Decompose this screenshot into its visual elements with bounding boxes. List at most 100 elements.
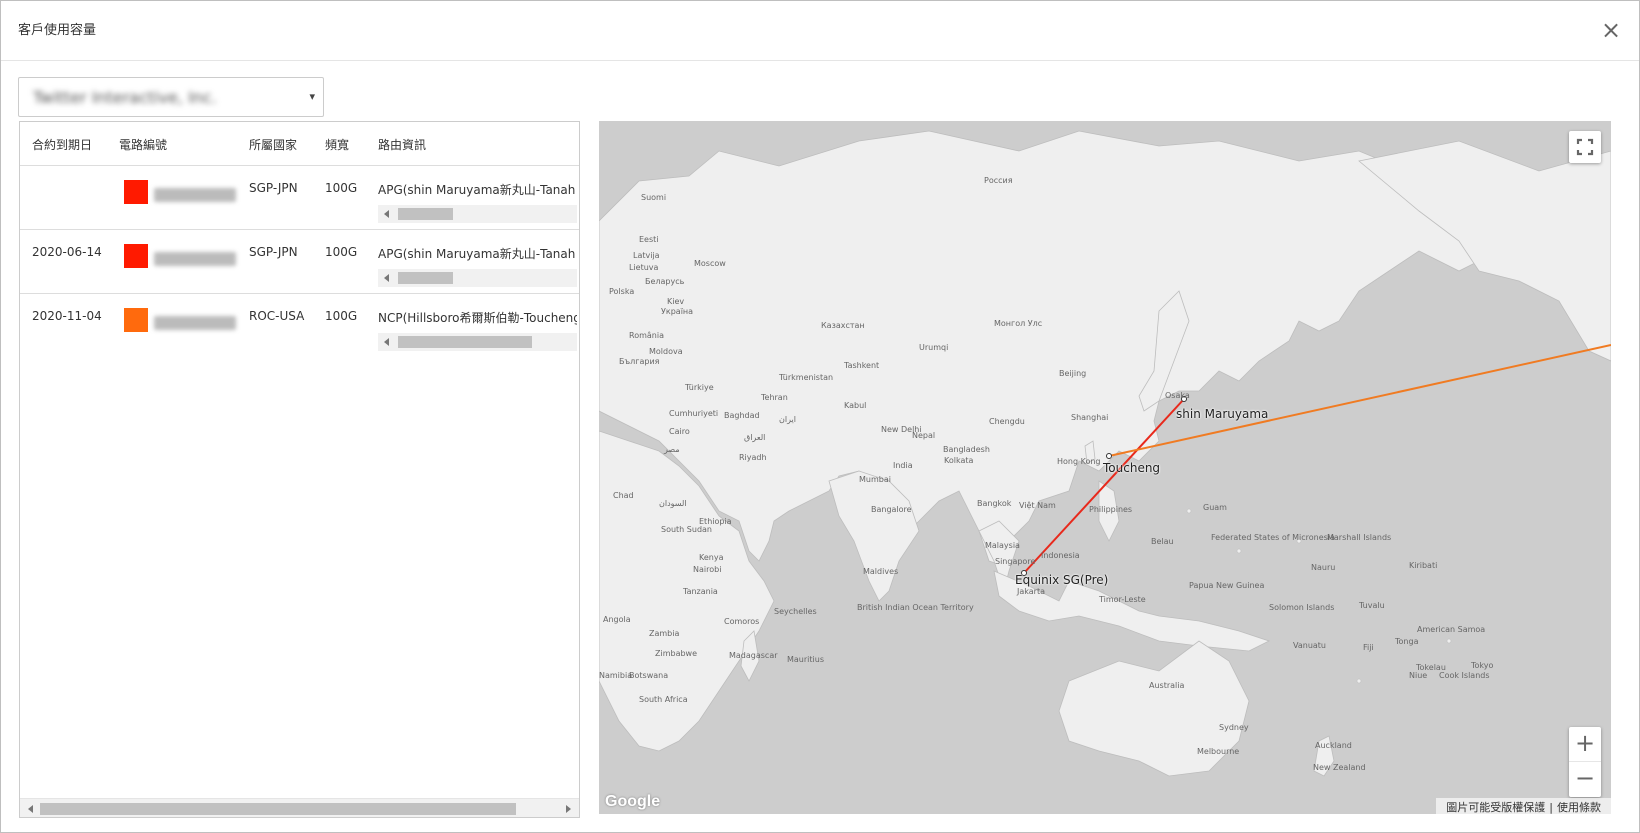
- map-place-label: Urumqi: [919, 343, 949, 352]
- table-row[interactable]: 2020-06-14 SGP-JPN 100G APG(shin Maruyam…: [20, 230, 579, 294]
- route-color-swatch: [124, 180, 148, 204]
- scroll-left-icon[interactable]: [384, 338, 389, 346]
- map-place-label: Comoros: [724, 617, 760, 626]
- map-place-label: Tehran: [761, 393, 788, 402]
- circuit-table: 合約到期日 電路編號 所屬國家 頻寬 路由資訊 SGP-JPN 100G APG…: [19, 121, 580, 818]
- map-place-label: Jakarta: [1017, 587, 1045, 596]
- map-place-label: Niue: [1409, 671, 1428, 680]
- map-place-label: South Africa: [639, 695, 688, 704]
- modal-header: 客戶使用容量 ×: [1, 1, 1639, 61]
- close-button[interactable]: ×: [1601, 18, 1621, 42]
- zoom-controls: + −: [1569, 727, 1601, 797]
- route-text: APG(shin Maruyama新丸山-Tanah Merah): [378, 183, 577, 197]
- map-place-label: България: [619, 357, 660, 366]
- map-place-label: Tashkent: [844, 361, 880, 370]
- map-place-label: Kabul: [844, 401, 867, 410]
- map-place-label: Zimbabwe: [655, 649, 698, 658]
- customer-capacity-modal: 客戶使用容量 × Twitter Interactive, Inc. ▾ 合約到…: [0, 0, 1640, 833]
- modal-title: 客戶使用容量: [18, 23, 97, 38]
- island: [1236, 548, 1242, 554]
- cell-expiry: 2020-06-14: [32, 245, 102, 259]
- route-scrollbar[interactable]: [378, 269, 577, 287]
- table-row[interactable]: 2020-11-04 ROC-USA 100G NCP(Hillsboro希爾斯…: [20, 294, 579, 358]
- map-place-label: Guam: [1203, 503, 1227, 512]
- map-place-label: Chengdu: [989, 417, 1025, 426]
- route-scrollbar[interactable]: [378, 333, 577, 351]
- zoom-in-button[interactable]: +: [1569, 727, 1601, 762]
- cell-route: APG(shin Maruyama新丸山-Tanah Merah): [378, 245, 577, 291]
- map-place-label: Zambia: [649, 629, 680, 638]
- route-text: APG(shin Maruyama新丸山-Tanah Merah): [378, 247, 577, 261]
- map-place-label: Hong Kong: [1057, 457, 1101, 466]
- map-place-label: Papua New Guinea: [1189, 581, 1265, 590]
- map-place-label: Türkmenistan: [779, 373, 834, 382]
- header-country: 所屬國家: [249, 138, 298, 152]
- map-place-label: Baghdad: [724, 411, 760, 420]
- route-color-swatch: [124, 308, 148, 332]
- map-place-label: Lietuva: [629, 263, 659, 272]
- map-place-label: Cook Islands: [1439, 671, 1490, 680]
- map-place-label: Solomon Islands: [1269, 603, 1335, 612]
- table-horizontal-scrollbar[interactable]: [20, 798, 579, 817]
- map-place-label: مصر: [664, 445, 680, 454]
- map-place-label: العراق: [744, 433, 766, 442]
- map-place-label: Australia: [1149, 681, 1185, 690]
- cell-route: NCP(Hillsboro希爾斯伯勒-Toucheng): [378, 309, 577, 355]
- cell-circuit-id: [154, 252, 236, 266]
- scroll-thumb[interactable]: [398, 336, 532, 348]
- scroll-left-icon[interactable]: [28, 805, 33, 813]
- node-toucheng: [1106, 453, 1112, 459]
- map-place-label: Namibia: [599, 671, 633, 680]
- route-map[interactable]: Россия Suomi Eesti Latvija Lietuva Белар…: [599, 121, 1611, 814]
- table-header: 合約到期日 電路編號 所屬國家 頻寬 路由資訊: [20, 122, 579, 166]
- map-place-label: Shanghai: [1071, 413, 1109, 422]
- scroll-right-icon[interactable]: [566, 805, 571, 813]
- map-place-label: Federated States of Micronesia: [1211, 533, 1335, 542]
- scroll-left-icon[interactable]: [384, 210, 389, 218]
- header-route: 路由資訊: [378, 138, 427, 152]
- route-text: NCP(Hillsboro希爾斯伯勒-Toucheng): [378, 311, 577, 325]
- scroll-thumb[interactable]: [398, 208, 453, 220]
- map-place-label: Riyadh: [739, 453, 767, 462]
- copyright-notice[interactable]: 圖片可能受版權保護: [1442, 801, 1549, 814]
- map-place-label: Marshall Islands: [1327, 533, 1392, 542]
- cell-country: SGP-JPN: [249, 181, 298, 195]
- map-place-label: Cumhuriyeti: [669, 409, 719, 418]
- map-node-label-shin-maruyama: shin Maruyama: [1176, 407, 1269, 421]
- map-place-label: Melbourne: [1197, 747, 1240, 756]
- map-place-label: Fiji: [1363, 643, 1374, 652]
- map-place-label: Kiev: [667, 297, 685, 306]
- map-place-label: Indonesia: [1041, 551, 1080, 560]
- map-place-label: Mumbai: [859, 475, 891, 484]
- zoom-out-button[interactable]: −: [1569, 762, 1601, 797]
- island: [1446, 638, 1452, 644]
- map-place-label: Tokyo: [1471, 661, 1494, 670]
- cell-country: ROC-USA: [249, 309, 305, 323]
- map-node-label-toucheng: Toucheng: [1103, 461, 1161, 475]
- cell-bandwidth: 100G: [325, 181, 358, 195]
- map-place-label: ایران: [779, 415, 796, 424]
- map-place-label: Sydney: [1219, 723, 1249, 732]
- map-place-label: Botswana: [629, 671, 669, 680]
- map-place-label: Moldova: [649, 347, 683, 356]
- map-place-label: Eesti: [639, 235, 659, 244]
- map-node-label-singapore: Equinix SG(Pre): [1015, 573, 1109, 587]
- map-place-label: Tanzania: [683, 587, 718, 596]
- table-row[interactable]: SGP-JPN 100G APG(shin Maruyama新丸山-Tanah …: [20, 166, 579, 230]
- scroll-thumb[interactable]: [398, 272, 453, 284]
- terms-of-use-link[interactable]: 使用條款: [1553, 801, 1605, 814]
- map-place-label: Монгол Улс: [994, 319, 1043, 328]
- fullscreen-button[interactable]: [1569, 131, 1601, 163]
- header-bandwidth: 頻寬: [325, 138, 350, 152]
- map-place-label: Angola: [603, 615, 631, 624]
- map-place-label: Philippines: [1089, 505, 1133, 514]
- customer-select[interactable]: Twitter Interactive, Inc. ▾: [18, 77, 324, 117]
- map-place-label: American Samoa: [1417, 625, 1486, 634]
- scroll-left-icon[interactable]: [384, 274, 389, 282]
- cell-circuit-id: [154, 316, 236, 330]
- map-place-label: România: [629, 331, 664, 340]
- map-place-label: India: [893, 461, 913, 470]
- map-attribution: 圖片可能受版權保護 | 使用條款: [1436, 798, 1611, 814]
- route-scrollbar[interactable]: [378, 205, 577, 223]
- scroll-thumb[interactable]: [40, 803, 516, 815]
